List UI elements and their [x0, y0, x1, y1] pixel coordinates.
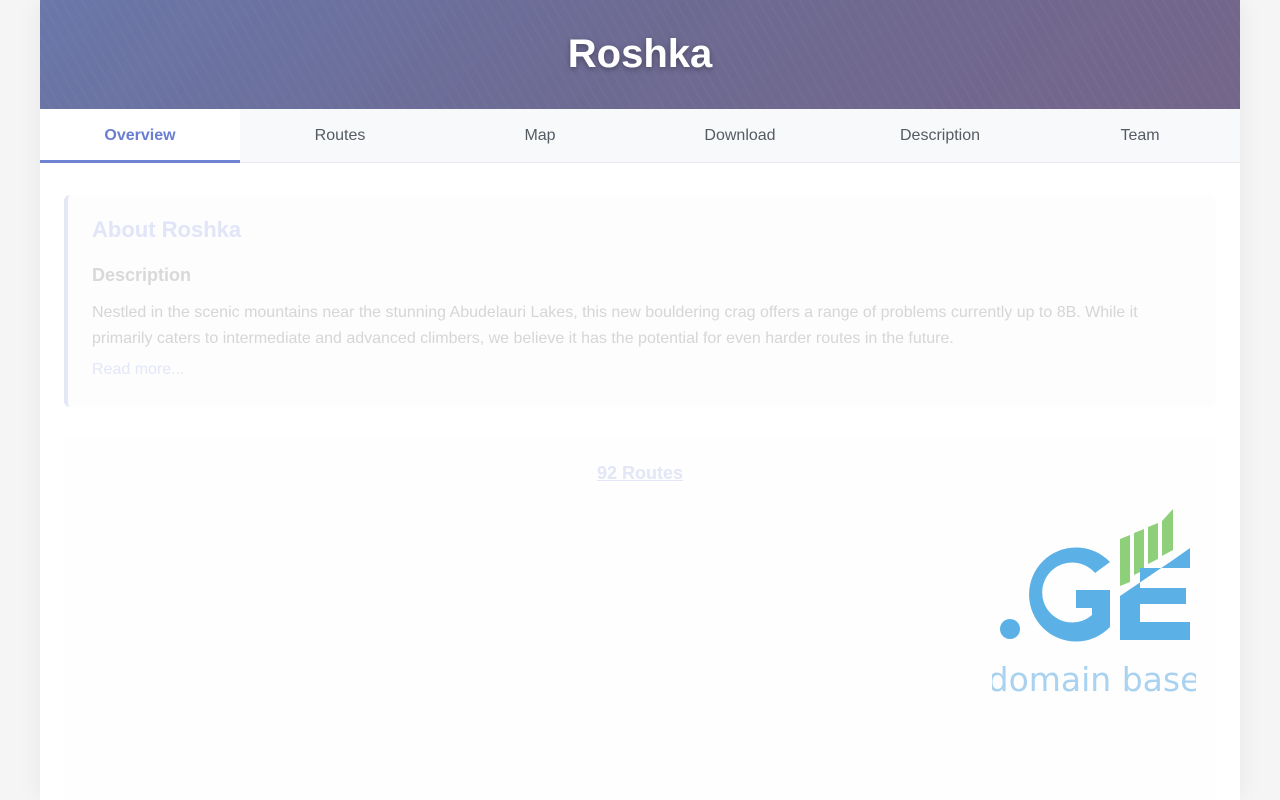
- logo-tagline: domain base: [992, 660, 1196, 699]
- tab-routes[interactable]: Routes: [240, 109, 440, 162]
- logo-g-letter: [1029, 547, 1110, 642]
- read-more-link[interactable]: Read more...: [92, 361, 184, 379]
- page-title: Roshka: [567, 32, 713, 76]
- description-text: Nestled in the scenic mountains near the…: [92, 304, 1138, 347]
- about-card: About Roshka Description Nestled in the …: [64, 195, 1216, 407]
- tab-team[interactable]: Team: [1040, 109, 1240, 162]
- tab-bar: Overview Routes Map Download Description…: [40, 109, 1240, 163]
- logo-e-letter: [1120, 548, 1190, 640]
- logo-dot-icon: [1000, 619, 1020, 639]
- hero-banner: Roshka: [40, 0, 1240, 109]
- routes-count-link[interactable]: 92 Routes: [64, 463, 1216, 484]
- tab-map[interactable]: Map: [440, 109, 640, 162]
- tab-overview[interactable]: Overview: [40, 109, 240, 163]
- tab-description[interactable]: Description: [840, 109, 1040, 162]
- description-heading: Description: [92, 265, 192, 285]
- tab-download[interactable]: Download: [640, 109, 840, 162]
- about-title: About Roshka: [92, 217, 242, 242]
- domain-base-logo[interactable]: domain base: [992, 504, 1196, 704]
